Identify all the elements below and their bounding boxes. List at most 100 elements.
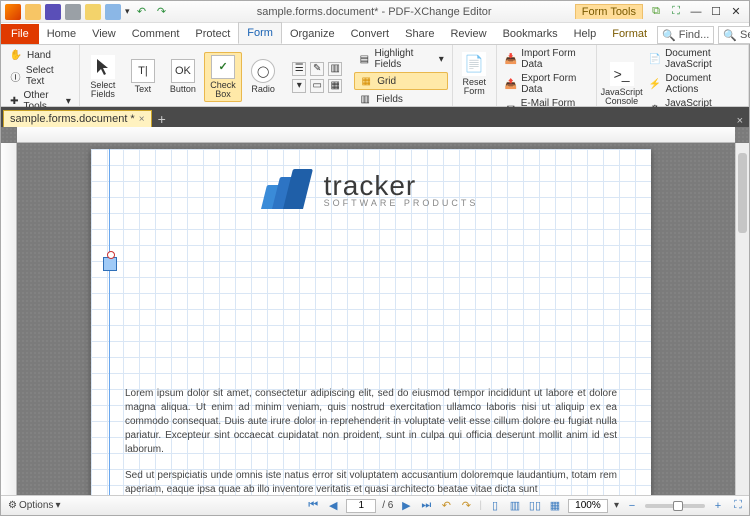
hand-tool[interactable]: ✋Hand <box>5 47 75 63</box>
chevron-down-icon: ▾ <box>66 96 71 107</box>
highlight-fields-button[interactable]: ▤Highlight Fields▾ <box>354 47 448 71</box>
tab-organize[interactable]: Organize <box>282 24 343 44</box>
close-panel-icon[interactable]: × <box>731 115 749 127</box>
continuous-icon[interactable]: ▥ <box>508 499 522 513</box>
import-icon: 📥 <box>505 52 517 66</box>
select-text-label: Select Text <box>26 65 71 87</box>
checkbox-field-button[interactable]: ✓Check Box <box>204 52 242 103</box>
export-form-data-button[interactable]: 📤Export Form Data <box>501 72 592 96</box>
select-text-tool[interactable]: ⒾSelect Text <box>5 64 75 88</box>
select-fields-label: Select Fields <box>90 81 115 100</box>
reset-form-button[interactable]: 📄Reset Form <box>457 50 492 99</box>
horizontal-ruler[interactable] <box>17 127 735 143</box>
tab-form[interactable]: Form <box>238 22 282 44</box>
redo-icon[interactable]: ↷ <box>154 4 170 20</box>
doc-actions-button[interactable]: ⚡Document Actions <box>645 72 744 96</box>
import-label: Import Form Data <box>521 48 587 70</box>
options-button[interactable]: ⚙Options▾ <box>5 500 63 511</box>
file-tab[interactable]: File <box>1 24 39 44</box>
app-window: ▾ ↶ ↷ sample.forms.document* - PDF-XChan… <box>0 0 750 516</box>
select-fields-button[interactable]: Select Fields <box>84 53 122 102</box>
find-box[interactable]: 🔍Find... <box>657 26 714 44</box>
vertical-scrollbar[interactable] <box>735 143 749 495</box>
tab-home[interactable]: Home <box>39 24 84 44</box>
context-tab-group: Form Tools <box>575 4 643 19</box>
tab-help[interactable]: Help <box>566 24 605 44</box>
tab-share[interactable]: Share <box>397 24 442 44</box>
two-page-icon[interactable]: ▯▯ <box>528 499 542 513</box>
add-tab-button[interactable]: + <box>152 111 172 127</box>
text-field-button[interactable]: T|Text <box>124 57 162 96</box>
console-icon: >_ <box>610 62 634 86</box>
zoom-in-button[interactable]: + <box>711 499 725 513</box>
js-console-button[interactable]: >_JavaScript Console <box>601 60 643 109</box>
tab-protect[interactable]: Protect <box>187 24 238 44</box>
title-bar: ▾ ↶ ↷ sample.forms.document* - PDF-XChan… <box>1 1 749 23</box>
minimize-button[interactable]: — <box>689 5 703 19</box>
zoom-dropdown-icon[interactable]: ▾ <box>614 500 619 511</box>
tab-comment[interactable]: Comment <box>124 24 188 44</box>
print-icon[interactable] <box>65 4 81 20</box>
checkbox-placeholder[interactable] <box>103 257 117 271</box>
close-button[interactable]: ✕ <box>729 5 743 19</box>
more-fields-row2[interactable]: ▾▭▦ <box>288 78 346 94</box>
tab-review[interactable]: Review <box>442 24 494 44</box>
zoom-slider[interactable] <box>645 504 705 508</box>
two-cont-icon[interactable]: ▦ <box>548 499 562 513</box>
doc-js-button[interactable]: 📄Document JavaScript <box>645 47 744 71</box>
open-icon[interactable] <box>25 4 41 20</box>
radio-field-button[interactable]: ◯Radio <box>244 57 282 96</box>
undo-icon[interactable]: ↶ <box>134 4 150 20</box>
qat-dropdown-icon[interactable]: ▾ <box>125 6 130 17</box>
bolt-icon: ⚡ <box>649 77 662 91</box>
button-field-label: Button <box>170 85 196 94</box>
close-tab-icon[interactable]: × <box>139 114 145 125</box>
save-icon[interactable] <box>45 4 61 20</box>
scan-icon[interactable] <box>105 4 121 20</box>
tab-bookmarks[interactable]: Bookmarks <box>495 24 566 44</box>
ui-mode-icon[interactable]: ⛶ <box>669 5 683 19</box>
hand-icon: ✋ <box>9 48 23 62</box>
import-form-data-button[interactable]: 📥 Import Form Data <box>501 47 592 71</box>
scrollbar-thumb[interactable] <box>738 153 747 233</box>
last-page-button[interactable]: ⏭ <box>419 499 433 513</box>
highlight-label: Highlight Fields <box>375 48 435 70</box>
nav-fwd-button[interactable]: ↷ <box>459 499 473 513</box>
fields-pane-label: Fields <box>376 94 403 105</box>
group-form-fields: Select Fields T|Text OKButton ✓Check Box… <box>80 45 453 106</box>
tools-icon: ✚ <box>9 94 20 108</box>
first-page-button[interactable]: ⏮ <box>306 499 320 513</box>
zoom-input[interactable] <box>568 499 608 513</box>
email-icon[interactable] <box>85 4 101 20</box>
fields-pane-button[interactable]: ▥Fields <box>354 91 448 107</box>
group-form-data: 📥Import Form Data 📤Export Form Data ✉E-M… <box>497 45 597 106</box>
zoom-out-button[interactable]: − <box>625 499 639 513</box>
export-icon: 📤 <box>505 77 517 91</box>
options-label: Options <box>19 500 53 511</box>
app-icon <box>5 4 21 20</box>
find-icon: 🔍 <box>662 29 676 42</box>
document-tab-label: sample.forms.document * <box>10 113 135 125</box>
vertical-ruler[interactable] <box>1 143 17 495</box>
search-box[interactable]: 🔍Search... <box>718 26 750 44</box>
group-javascript: >_JavaScript Console 📄Document JavaScrip… <box>597 45 749 106</box>
fit-page-icon[interactable]: ⛶ <box>731 499 745 513</box>
tab-view[interactable]: View <box>84 24 124 44</box>
next-page-button[interactable]: ▶ <box>399 499 413 513</box>
grid-label: Grid <box>377 76 396 87</box>
launch-icon[interactable]: ⧉ <box>649 5 663 19</box>
prev-page-button[interactable]: ◀ <box>326 499 340 513</box>
tab-convert[interactable]: Convert <box>343 24 398 44</box>
tab-format[interactable]: Format <box>604 24 655 44</box>
single-page-icon[interactable]: ▯ <box>488 499 502 513</box>
more-fields-row1[interactable]: ☰✎▥ <box>288 61 346 77</box>
nav-back-button[interactable]: ↶ <box>439 499 453 513</box>
page[interactable]: tracker SOFTWARE PRODUCTS Lorem ipsum do… <box>91 149 651 495</box>
button-field-button[interactable]: OKButton <box>164 57 202 96</box>
maximize-button[interactable]: ☐ <box>709 5 723 19</box>
page-input[interactable] <box>346 499 376 513</box>
search-label: Search... <box>740 29 750 41</box>
grid-button[interactable]: ▦Grid <box>354 72 448 90</box>
group-reset: 📄Reset Form <box>453 45 497 106</box>
document-tab[interactable]: sample.forms.document * × <box>3 110 152 127</box>
